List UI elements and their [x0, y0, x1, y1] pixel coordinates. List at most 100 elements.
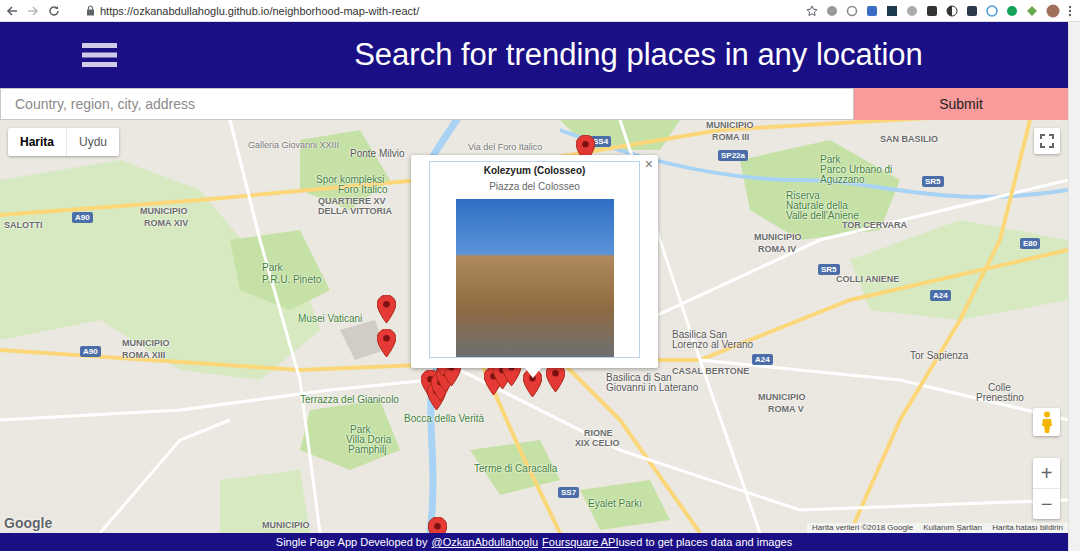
- fullscreen-icon[interactable]: [1040, 134, 1054, 148]
- map-label: CASAL BERTONE: [672, 366, 749, 377]
- map-pin[interactable]: [428, 517, 447, 533]
- map-label: Musei Vaticani: [298, 313, 362, 324]
- menu-dots-icon[interactable]: [1068, 5, 1072, 17]
- road-shield: A90: [72, 212, 93, 223]
- map-label: COLLI ANIENE: [836, 274, 899, 285]
- extension-icon[interactable]: [946, 5, 958, 17]
- zoom-out-button[interactable]: −: [1033, 489, 1060, 519]
- author-link[interactable]: @OzkanAbdullahoglu: [431, 536, 538, 548]
- reload-icon[interactable]: [48, 5, 60, 17]
- map-label: Galleria Giovanni XXIII: [248, 140, 339, 151]
- map-label: Eyalet Parkı: [588, 498, 642, 509]
- info-window: Kolezyum (Colosseo)Piazza del Colosseo ×: [411, 155, 658, 368]
- map-pin[interactable]: [377, 295, 396, 323]
- page-title: Search for trending places in any locati…: [117, 37, 1068, 73]
- road-shield: SS7: [558, 487, 579, 498]
- map-type-tab[interactable]: Uydu: [66, 128, 119, 156]
- map-label: MUNICIPIO: [140, 206, 188, 217]
- attribution-item: Harita verileri ©2018 Google: [807, 523, 918, 533]
- map-label: Basilica di San: [606, 372, 672, 383]
- map-label: Colle: [988, 382, 1011, 393]
- map-pin-icon[interactable]: [428, 517, 447, 533]
- extension-icon[interactable]: [1026, 5, 1038, 17]
- map-label: SALOTTI: [4, 220, 43, 231]
- close-button[interactable]: ×: [645, 156, 653, 172]
- lock-icon: [86, 5, 95, 16]
- map-label: Tor Sapienza: [910, 350, 968, 361]
- road-shield: SP22a: [718, 150, 748, 161]
- map-label: P.R.U. Pineto: [262, 274, 321, 285]
- search-bar: Submit: [0, 88, 1068, 120]
- map-label: MUNICIPIO: [706, 120, 754, 131]
- extension-icon[interactable]: [966, 5, 978, 17]
- road-shield: SR5: [922, 176, 944, 187]
- map-label: MUNICIPIO: [122, 338, 170, 349]
- google-logo[interactable]: Google: [4, 515, 52, 531]
- map-label: Villa Doria: [346, 434, 391, 445]
- map-label: Bocca della Verità: [404, 413, 484, 424]
- map-label: Via del Foro Italico: [468, 142, 542, 153]
- map-label: Basilica San: [672, 329, 727, 340]
- map-pin[interactable]: [377, 329, 396, 357]
- app: Search for trending places in any locati…: [0, 22, 1068, 551]
- place-photo: [456, 199, 614, 357]
- map-label: Giovanni in Laterano: [606, 382, 698, 393]
- map-label: Ponte Milvio: [350, 148, 404, 159]
- pegman-icon[interactable]: [1041, 411, 1053, 433]
- place-title: Kolezyum (Colosseo): [484, 165, 586, 176]
- attribution-item[interactable]: Kullanım Şartları: [918, 523, 987, 533]
- extension-icon[interactable]: [846, 5, 858, 17]
- star-icon[interactable]: [806, 5, 818, 17]
- api-link[interactable]: Foursquare API: [542, 536, 618, 548]
- map-label: MUNICIPIO: [754, 232, 802, 243]
- extension-icon[interactable]: [826, 5, 838, 17]
- map-label: SAN BASILIO: [880, 134, 938, 145]
- map-pin-icon[interactable]: [546, 364, 565, 392]
- submit-button[interactable]: Submit: [854, 88, 1068, 120]
- street-view-button[interactable]: [1033, 408, 1060, 436]
- map[interactable]: Ponte Milvio Via del Foro Italico Spor kom…: [0, 120, 1068, 533]
- map-label: Prenestino: [976, 392, 1024, 403]
- map-pin-icon[interactable]: [377, 329, 396, 357]
- attribution-item[interactable]: Harita hatası bildirin: [987, 523, 1068, 533]
- map-label: Lorenzo al Verano: [672, 339, 753, 350]
- extension-icon[interactable]: [886, 5, 898, 17]
- map-label: QUARTIERE XV: [318, 196, 386, 207]
- map-pin-icon[interactable]: [377, 295, 396, 323]
- profile-avatar-icon[interactable]: [1046, 4, 1060, 18]
- map-type-tab[interactable]: Harita: [8, 128, 66, 156]
- map-label: Park: [820, 154, 841, 165]
- scrollbar[interactable]: [1068, 22, 1080, 551]
- map-label: ROMA V: [768, 404, 804, 415]
- road-shield: A24: [752, 354, 773, 365]
- zoom-in-button[interactable]: +: [1033, 458, 1060, 489]
- extension-icon[interactable]: [866, 5, 878, 17]
- map-label: DELLA VITTORIA: [318, 206, 392, 217]
- back-arrow-icon[interactable]: [6, 5, 18, 17]
- fullscreen-button[interactable]: [1034, 128, 1060, 154]
- footer: Single Page App Developed by@OzkanAbdull…: [0, 533, 1068, 551]
- info-window-pointer: [525, 368, 541, 378]
- location-input[interactable]: [0, 88, 854, 120]
- map-label: Valle dell'Aniene: [786, 210, 859, 221]
- address-bar[interactable]: https://ozkanabdullahoglu.github.io/neig…: [86, 5, 806, 17]
- header: Search for trending places in any locati…: [0, 22, 1068, 88]
- map-pin[interactable]: [546, 364, 565, 392]
- extension-icon[interactable]: [1006, 5, 1018, 17]
- extension-icon[interactable]: [986, 5, 998, 17]
- map-label: Spor kompleksi: [316, 174, 384, 185]
- hamburger-menu-icon[interactable]: [82, 43, 117, 67]
- map-label: Naturale della: [786, 200, 848, 211]
- extension-icon[interactable]: [926, 5, 938, 17]
- map-label: ROMA III: [712, 132, 749, 143]
- extension-icon[interactable]: [906, 5, 918, 17]
- road-shield: A24: [930, 290, 951, 301]
- info-content: Kolezyum (Colosseo)Piazza del Colosseo: [429, 161, 640, 358]
- map-label: Park: [262, 262, 283, 273]
- url-text[interactable]: https://ozkanabdullahoglu.github.io/neig…: [100, 5, 419, 17]
- footer-text: Single Page App Developed by: [276, 536, 428, 548]
- map-label: Aguzzano: [820, 174, 864, 185]
- map-label: XIX CELIO: [575, 438, 620, 449]
- forward-arrow-icon[interactable]: [27, 5, 39, 17]
- map-attribution: Harita verileri ©2018 GoogleKullanım Şar…: [807, 523, 1068, 533]
